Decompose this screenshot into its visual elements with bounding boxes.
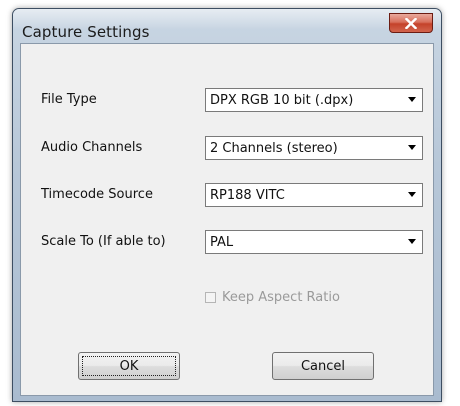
- audio-channels-value: 2 Channels (stereo): [210, 141, 338, 156]
- scale-to-value: PAL: [210, 235, 234, 250]
- close-icon: [405, 17, 417, 29]
- keep-aspect-ratio-label: Keep Aspect Ratio: [222, 290, 340, 305]
- chevron-down-icon: [408, 239, 416, 244]
- file-type-value: DPX RGB 10 bit (.dpx): [210, 93, 354, 108]
- dialog-window: Capture Settings File Type DPX RGB 10 bi…: [12, 8, 442, 402]
- audio-channels-select[interactable]: 2 Channels (stereo): [205, 136, 423, 160]
- keep-aspect-ratio-checkbox[interactable]: [205, 292, 216, 303]
- scale-to-select[interactable]: PAL: [205, 230, 423, 254]
- chevron-down-icon: [408, 145, 416, 150]
- audio-channels-label: Audio Channels: [41, 140, 143, 155]
- chevron-down-icon: [408, 192, 416, 197]
- keep-aspect-ratio-option[interactable]: Keep Aspect Ratio: [205, 290, 340, 305]
- scale-to-label: Scale To (If able to): [41, 234, 166, 249]
- timecode-source-select[interactable]: RP188 VITC: [205, 183, 423, 207]
- ok-button[interactable]: OK: [78, 352, 180, 380]
- close-button[interactable]: [389, 13, 433, 33]
- cancel-button[interactable]: Cancel: [272, 352, 374, 380]
- window-title: Capture Settings: [22, 23, 150, 41]
- file-type-select[interactable]: DPX RGB 10 bit (.dpx): [205, 88, 423, 112]
- timecode-source-label: Timecode Source: [41, 187, 153, 202]
- dialog-client-area: File Type DPX RGB 10 bit (.dpx) Audio Ch…: [20, 43, 434, 396]
- timecode-source-value: RP188 VITC: [210, 188, 285, 203]
- title-bar[interactable]: Capture Settings: [13, 9, 441, 43]
- file-type-label: File Type: [41, 92, 97, 107]
- chevron-down-icon: [408, 97, 416, 102]
